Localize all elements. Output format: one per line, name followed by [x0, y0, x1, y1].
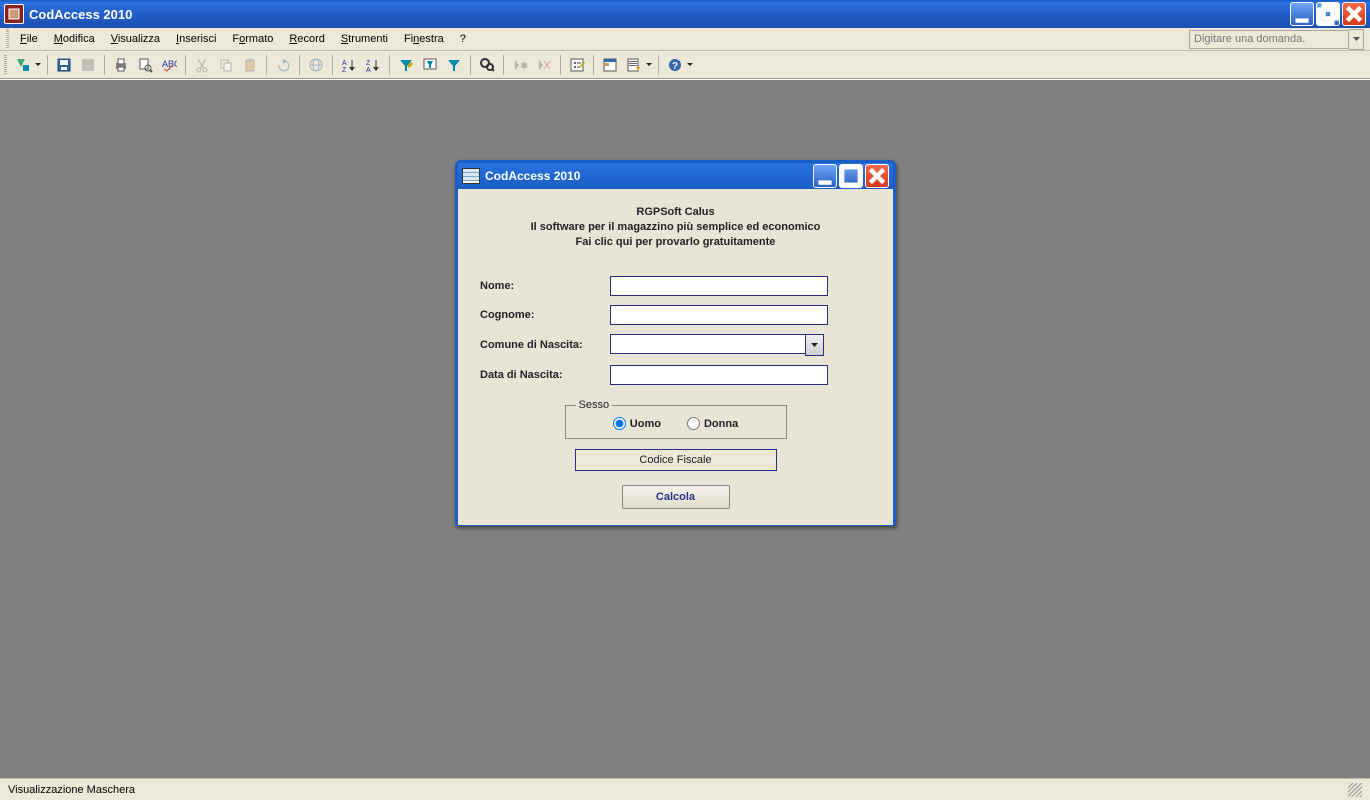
- new-record-button: ✱: [509, 54, 531, 76]
- menu-formato[interactable]: Formato: [224, 31, 281, 47]
- hyperlink-button: [305, 54, 327, 76]
- close-button[interactable]: [1342, 2, 1366, 26]
- undo-button: [272, 54, 294, 76]
- calcola-button[interactable]: Calcola: [622, 485, 730, 509]
- menu-finestra[interactable]: Finestra: [396, 31, 452, 47]
- radio-uomo-text: Uomo: [630, 418, 661, 430]
- ad-line2: Il software per il magazzino più semplic…: [480, 220, 871, 235]
- form-minimize-button[interactable]: [813, 164, 837, 188]
- save-as-button: [77, 54, 99, 76]
- menu-inserisci[interactable]: Inserisci: [168, 31, 224, 47]
- label-nome: Nome:: [480, 280, 610, 292]
- radio-donna[interactable]: [687, 417, 700, 430]
- ad-banner[interactable]: RGPSoft Calus Il software per il magazzi…: [480, 205, 871, 250]
- sort-desc-button[interactable]: ZA: [362, 54, 384, 76]
- new-object-button[interactable]: [623, 54, 645, 76]
- form-titlebar[interactable]: CodAccess 2010: [458, 163, 893, 189]
- print-button[interactable]: [110, 54, 132, 76]
- paste-button: [239, 54, 261, 76]
- menu-visualizza[interactable]: Visualizza: [103, 31, 168, 47]
- minimize-button[interactable]: [1290, 2, 1314, 26]
- main-titlebar: CodAccess 2010: [0, 0, 1370, 28]
- ad-line1: RGPSoft Calus: [480, 205, 871, 220]
- radio-donna-text: Donna: [704, 418, 738, 430]
- svg-text:A: A: [366, 67, 371, 73]
- input-data[interactable]: [610, 365, 828, 385]
- svg-text:Z: Z: [366, 60, 371, 67]
- resize-grip[interactable]: [1348, 783, 1362, 797]
- filter-form-button[interactable]: [419, 54, 441, 76]
- form-maximize-button[interactable]: [839, 164, 863, 188]
- radio-uomo-label[interactable]: Uomo: [613, 417, 661, 430]
- label-comune: Comune di Nascita:: [480, 339, 610, 351]
- menu-file[interactable]: File: [12, 31, 46, 47]
- help-dropdown[interactable]: [686, 63, 694, 66]
- ad-line3: Fai clic qui per provarlo gratuitamente: [480, 235, 871, 250]
- app-title: CodAccess 2010: [29, 7, 1290, 22]
- print-preview-button[interactable]: [134, 54, 156, 76]
- delete-record-button: [533, 54, 555, 76]
- toolbar-handle[interactable]: [4, 55, 7, 75]
- save-button[interactable]: [53, 54, 75, 76]
- app-icon: [4, 4, 24, 24]
- filter-selection-button[interactable]: [395, 54, 417, 76]
- svg-text:?: ?: [672, 61, 678, 72]
- design-view-button[interactable]: [12, 54, 34, 76]
- form-close-button[interactable]: [865, 164, 889, 188]
- design-view-dropdown[interactable]: [34, 63, 42, 66]
- label-data: Data di Nascita:: [480, 369, 610, 381]
- toolbar: ABC AZ ZA ✱ ?: [0, 51, 1370, 79]
- input-nome[interactable]: [610, 276, 828, 296]
- properties-button[interactable]: [566, 54, 588, 76]
- find-button[interactable]: [476, 54, 498, 76]
- codice-fiscale-output: Codice Fiscale: [575, 449, 777, 471]
- cut-button: [191, 54, 213, 76]
- menu-help[interactable]: ?: [452, 31, 474, 47]
- label-cognome: Cognome:: [480, 309, 610, 321]
- form-window: CodAccess 2010 RGPSoft Calus Il software…: [455, 160, 896, 526]
- status-text: Visualizzazione Maschera: [8, 784, 135, 796]
- new-object-dropdown[interactable]: [645, 63, 653, 66]
- spelling-button[interactable]: ABC: [158, 54, 180, 76]
- input-comune[interactable]: [610, 334, 805, 354]
- restore-button[interactable]: [1316, 2, 1340, 26]
- sort-asc-button[interactable]: AZ: [338, 54, 360, 76]
- menu-strumenti[interactable]: Strumenti: [333, 31, 396, 47]
- help-button[interactable]: ?: [664, 54, 686, 76]
- comune-dropdown-button[interactable]: [805, 334, 824, 356]
- database-window-button[interactable]: [599, 54, 621, 76]
- ask-question-input[interactable]: [1189, 30, 1349, 49]
- toggle-filter-button[interactable]: [443, 54, 465, 76]
- menu-modifica[interactable]: Modifica: [46, 31, 103, 47]
- form-title: CodAccess 2010: [485, 169, 813, 183]
- menubar-handle[interactable]: [6, 29, 9, 49]
- statusbar: Visualizzazione Maschera: [0, 778, 1370, 800]
- svg-text:ABC: ABC: [162, 59, 177, 69]
- radio-uomo[interactable]: [613, 417, 626, 430]
- form-icon: [462, 168, 480, 184]
- svg-text:✱: ✱: [520, 61, 528, 72]
- svg-text:A: A: [342, 60, 347, 67]
- sesso-legend: Sesso: [576, 399, 613, 411]
- input-cognome[interactable]: [610, 305, 828, 325]
- radio-donna-label[interactable]: Donna: [687, 417, 738, 430]
- svg-text:Z: Z: [342, 67, 347, 73]
- menu-record[interactable]: Record: [281, 31, 332, 47]
- ask-dropdown-button[interactable]: [1349, 29, 1364, 50]
- workspace: CodAccess 2010 RGPSoft Calus Il software…: [0, 79, 1370, 778]
- sesso-group: Sesso Uomo Donna: [565, 399, 787, 439]
- menubar: File Modifica Visualizza Inserisci Forma…: [0, 28, 1370, 51]
- copy-button: [215, 54, 237, 76]
